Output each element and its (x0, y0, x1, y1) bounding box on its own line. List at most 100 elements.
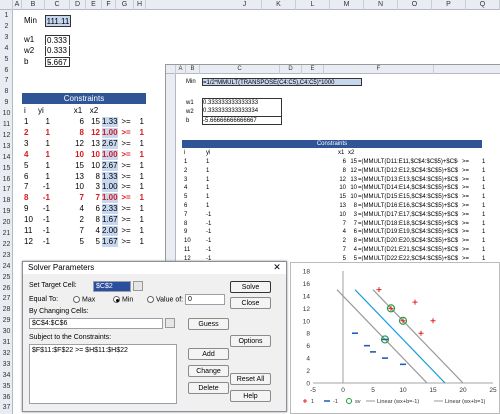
constraint-cell-i[interactable]: 10 (24, 215, 36, 225)
row-header-3[interactable]: 3 (0, 32, 13, 43)
col-header-E[interactable]: E (86, 0, 102, 10)
row-header-23[interactable]: 23 (0, 250, 13, 261)
constraint-cell-i[interactable]: 8 (24, 193, 36, 203)
constraint-cell-op[interactable]: >= (118, 193, 134, 203)
col-header-K[interactable]: K (262, 0, 296, 10)
constraint-cell-rhs[interactable]: 1 (134, 226, 146, 236)
collapse-dialog-icon-2[interactable] (165, 318, 175, 328)
fv-cell-yi[interactable]: 1 (206, 184, 220, 192)
col-header-G[interactable]: G (116, 0, 134, 10)
fv-cell-yi[interactable]: 1 (206, 167, 220, 175)
fv-cell-x1[interactable]: 6 (336, 158, 346, 166)
constraint-cell-yi[interactable]: -1 (38, 237, 52, 247)
max-radio[interactable]: Max (73, 296, 95, 303)
row-header-18[interactable]: 18 (0, 195, 13, 206)
fv-corner[interactable] (166, 65, 176, 74)
delete-button[interactable]: Delete (188, 382, 229, 394)
constraint-cell-yi[interactable]: 1 (38, 139, 52, 149)
fv-cell-op[interactable]: >= (462, 193, 474, 201)
row-header-20[interactable]: 20 (0, 217, 13, 228)
fv-cell-i[interactable]: 4 (184, 184, 198, 192)
fv-col-E[interactable]: E (302, 65, 324, 74)
fv-cell-x1[interactable]: 15 (336, 193, 346, 201)
constraint-cell-val[interactable]: 1.00 (102, 193, 118, 204)
constraint-cell-yi[interactable]: -1 (38, 193, 52, 203)
fv-cell-rhs[interactable]: 1 (482, 228, 492, 236)
constraint-cell-x1[interactable]: 7 (70, 193, 86, 203)
col-header-O[interactable]: O (398, 0, 432, 10)
constraint-cell-rhs[interactable]: 1 (134, 150, 146, 160)
fv-cell-yi[interactable]: -1 (206, 220, 220, 228)
constraint-cell-op[interactable]: >= (118, 161, 134, 171)
constraint-cell-rhs[interactable]: 1 (134, 193, 146, 203)
svm-scatter-chart[interactable]: 0 2 4 6 8 10 12 14 16 18 -5 0 5 10 15 20 25 1 -1 sv Linear (… (290, 262, 500, 414)
constraint-cell-x2[interactable]: 10 (86, 150, 102, 160)
fv-cell-yi[interactable]: 1 (206, 202, 220, 210)
constraint-cell-yi[interactable]: 1 (38, 117, 52, 127)
constraint-cell-val[interactable]: 1.00 (102, 149, 118, 160)
constraint-cell-x1[interactable]: 12 (70, 139, 86, 149)
fv-cell-yi[interactable]: 1 (206, 193, 220, 201)
fv-cell-x2[interactable]: 3 (347, 211, 357, 219)
fv-col-B[interactable]: B (186, 65, 200, 74)
constraint-cell-val[interactable]: 2.33 (102, 204, 118, 215)
fv-cell-i[interactable]: 9 (184, 228, 198, 236)
fv-cell-rhs[interactable]: 1 (482, 246, 492, 254)
fv-cell-op[interactable]: >= (462, 176, 474, 184)
fv-cell-x2[interactable]: 10 (347, 184, 357, 192)
fv-cell-rhs[interactable]: 1 (482, 255, 492, 261)
row-header-34[interactable]: 34 (0, 370, 13, 381)
fv-col-F[interactable]: F (324, 65, 434, 74)
fv-cell-i[interactable]: 10 (184, 237, 198, 245)
fv-cell-yi[interactable]: -1 (206, 246, 220, 254)
fv-cell-x2[interactable]: 8 (347, 237, 357, 245)
target-cell-input[interactable]: $C$2 (93, 281, 131, 292)
fv-cell-f[interactable]: =(MMULT(D17:E17,$C$4:$C$5)+$C$6)*C17 (358, 211, 458, 219)
solve-button[interactable]: Solve (230, 281, 271, 293)
row-header-1[interactable]: 1 (0, 10, 13, 21)
changing-cells-input[interactable]: $C$4:$C$6 (29, 318, 163, 329)
constraint-cell-rhs[interactable]: 1 (134, 117, 146, 127)
constraint-cell-yi[interactable]: 1 (38, 172, 52, 182)
fv-cell-f[interactable]: =(MMULT(D16:E16,$C$4:$C$5)+$C$6)*C16 (358, 202, 458, 210)
row-header-22[interactable]: 22 (0, 239, 13, 250)
fv-cell-yi[interactable]: -1 (206, 211, 220, 219)
min-radio[interactable]: Min (113, 296, 133, 303)
value-of-radio[interactable]: Value of: (147, 296, 183, 303)
fv-cell-i[interactable]: 3 (184, 176, 198, 184)
constraint-cell-op[interactable]: >= (118, 182, 134, 192)
fv-cell-op[interactable]: >= (462, 246, 474, 254)
fv-cell-i[interactable]: 8 (184, 220, 198, 228)
col-header-A[interactable]: A (13, 0, 22, 10)
row-header-36[interactable]: 36 (0, 392, 13, 403)
constraint-cell-i[interactable]: 4 (24, 150, 36, 160)
col-header-M[interactable]: M (330, 0, 364, 10)
constraint-cell-val[interactable]: 2.67 (102, 160, 118, 171)
constraint-cell-op[interactable]: >= (118, 172, 134, 182)
col-header-H[interactable]: H (134, 0, 146, 10)
row-header-35[interactable]: 35 (0, 381, 13, 392)
fv-cell-rhs[interactable]: 1 (482, 220, 492, 228)
row-header-16[interactable]: 16 (0, 174, 13, 185)
constraint-cell-yi[interactable]: -1 (38, 226, 52, 236)
fv-cell-rhs[interactable]: 1 (482, 211, 492, 219)
constraint-cell-op[interactable]: >= (118, 215, 134, 225)
constraint-cell-i[interactable]: 6 (24, 172, 36, 182)
col-header-N[interactable]: N (364, 0, 398, 10)
row-header-31[interactable]: 31 (0, 337, 13, 348)
fv-col-D[interactable]: D (280, 65, 302, 74)
constraint-cell-rhs[interactable]: 1 (134, 172, 146, 182)
fv-cell-op[interactable]: >= (462, 158, 474, 166)
fv-cell-op[interactable]: >= (462, 167, 474, 175)
fv-w1-value[interactable]: 0.333333333333333 (202, 98, 282, 107)
select-all-corner[interactable] (0, 0, 13, 10)
constraint-cell-i[interactable]: 9 (24, 204, 36, 214)
fv-cell-f[interactable]: =(MMULT(D12:E12,$C$4:$C$5)+$C$6)*C12 (358, 167, 458, 175)
b-value-cell[interactable]: - 5.667 (45, 57, 70, 67)
col-header-P[interactable]: P (432, 0, 466, 10)
col-header-L[interactable]: L (296, 0, 330, 10)
constraint-cell-i[interactable]: 5 (24, 161, 36, 171)
constraint-cell-op[interactable]: >= (118, 128, 134, 138)
constraint-cell-op[interactable]: >= (118, 226, 134, 236)
row-header-6[interactable]: 6 (0, 65, 13, 76)
